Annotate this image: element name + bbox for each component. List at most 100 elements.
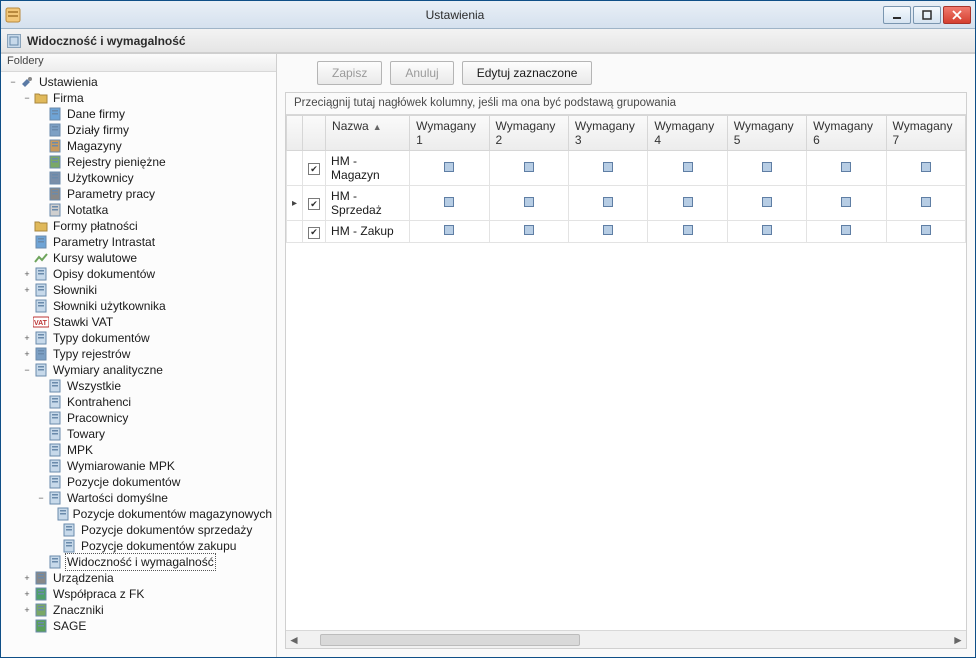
grid-column-header[interactable]: Nazwa▲	[326, 116, 410, 151]
save-button[interactable]: Zapisz	[317, 61, 382, 85]
grid-column-header[interactable]: Wymagany 6	[807, 116, 886, 151]
tree-expander[interactable]: +	[21, 586, 33, 602]
table-row[interactable]: HM - Zakup	[287, 221, 966, 243]
required-cell[interactable]	[648, 151, 727, 186]
table-row[interactable]: ▸HM - Sprzedaż	[287, 186, 966, 221]
minimize-button[interactable]	[883, 6, 911, 24]
tree-expander[interactable]: −	[21, 90, 33, 106]
grid-column-header[interactable]: Wymagany 4	[648, 116, 727, 151]
tree-item[interactable]: Kontrahenci	[3, 394, 274, 410]
tree-item[interactable]: Wszystkie	[3, 378, 274, 394]
required-cell[interactable]	[489, 151, 568, 186]
tree-item[interactable]: +Typy dokumentów	[3, 330, 274, 346]
required-cell[interactable]	[648, 186, 727, 221]
folder-tree[interactable]: −Ustawienia−FirmaDane firmyDziały firmyM…	[1, 72, 276, 657]
tree-item[interactable]: Widoczność i wymagalność	[3, 554, 274, 570]
tree-expander[interactable]: +	[21, 570, 33, 586]
required-cell[interactable]	[886, 186, 965, 221]
tree-item[interactable]: −Firma	[3, 90, 274, 106]
tree-item[interactable]: Towary	[3, 426, 274, 442]
tree-item[interactable]: +Typy rejestrów	[3, 346, 274, 362]
grid-column-header[interactable]: Wymagany 3	[568, 116, 647, 151]
tree-expander[interactable]: +	[21, 330, 33, 346]
tree-item[interactable]: Działy firmy	[3, 122, 274, 138]
grouping-hint[interactable]: Przeciągnij tutaj nagłówek kolumny, jeśl…	[286, 93, 966, 115]
required-cell[interactable]	[886, 151, 965, 186]
grid-column-header[interactable]: Wymagany 7	[886, 116, 965, 151]
cancel-button[interactable]: Anuluj	[390, 61, 453, 85]
required-cell[interactable]	[727, 186, 806, 221]
tree-item[interactable]: Rejestry pieniężne	[3, 154, 274, 170]
tree-item[interactable]: −Ustawienia	[3, 74, 274, 90]
required-cell[interactable]	[410, 186, 489, 221]
scroll-right-arrow[interactable]: ►	[950, 632, 966, 648]
doc-icon	[61, 523, 77, 537]
tree-expander[interactable]: +	[21, 282, 33, 298]
tree-item[interactable]: +Współpraca z FK	[3, 586, 274, 602]
tree-item[interactable]: Parametry Intrastat	[3, 234, 274, 250]
maximize-button[interactable]	[913, 6, 941, 24]
required-cell[interactable]	[410, 221, 489, 243]
close-button[interactable]	[943, 6, 971, 24]
grid-column-header[interactable]: Wymagany 2	[489, 116, 568, 151]
tree-item[interactable]: SAGE	[3, 618, 274, 634]
tree-item[interactable]: Formy płatności	[3, 218, 274, 234]
data-grid[interactable]: Nazwa▲Wymagany 1Wymagany 2Wymagany 3Wyma…	[286, 115, 966, 243]
required-cell[interactable]	[727, 221, 806, 243]
tree-item[interactable]: MPK	[3, 442, 274, 458]
tree-item[interactable]: Pozycje dokumentów zakupu	[3, 538, 274, 554]
tristate-icon	[603, 225, 613, 235]
required-cell[interactable]	[568, 151, 647, 186]
tree-item[interactable]: Dane firmy	[3, 106, 274, 122]
row-checkbox[interactable]	[308, 163, 320, 175]
column-header-label: Wymagany 6	[813, 119, 873, 147]
edit-selected-button[interactable]: Edytuj zaznaczone	[462, 61, 593, 85]
required-cell[interactable]	[807, 151, 886, 186]
required-cell[interactable]	[410, 151, 489, 186]
tree-expander[interactable]: +	[21, 266, 33, 282]
tree-item[interactable]: −Wartości domyślne	[3, 490, 274, 506]
tree-item[interactable]: Kursy walutowe	[3, 250, 274, 266]
required-cell[interactable]	[886, 221, 965, 243]
tree-item[interactable]: Użytkownicy	[3, 170, 274, 186]
tree-item[interactable]: Pracownicy	[3, 410, 274, 426]
row-checkbox[interactable]	[308, 227, 320, 239]
tree-expander[interactable]: +	[21, 346, 33, 362]
required-cell[interactable]	[727, 151, 806, 186]
required-cell[interactable]	[489, 186, 568, 221]
table-row[interactable]: HM - Magazyn	[287, 151, 966, 186]
required-cell[interactable]	[568, 221, 647, 243]
tree-item[interactable]: Wymiarowanie MPK	[3, 458, 274, 474]
tree-item[interactable]: Słowniki użytkownika	[3, 298, 274, 314]
row-checkbox-cell[interactable]	[303, 186, 326, 221]
tree-item[interactable]: −Wymiary analityczne	[3, 362, 274, 378]
required-cell[interactable]	[568, 186, 647, 221]
row-checkbox-cell[interactable]	[303, 221, 326, 243]
tree-item[interactable]: Magazyny	[3, 138, 274, 154]
row-checkbox-cell[interactable]	[303, 151, 326, 186]
tree-item[interactable]: Parametry pracy	[3, 186, 274, 202]
scroll-thumb[interactable]	[320, 634, 580, 646]
required-cell[interactable]	[807, 221, 886, 243]
grid-column-header[interactable]: Wymagany 1	[410, 116, 489, 151]
tree-expander[interactable]: −	[21, 362, 33, 378]
scroll-left-arrow[interactable]: ◄	[286, 632, 302, 648]
tree-item[interactable]: +Znaczniki	[3, 602, 274, 618]
tree-item[interactable]: +Urządzenia	[3, 570, 274, 586]
required-cell[interactable]	[807, 186, 886, 221]
tree-item[interactable]: Notatka	[3, 202, 274, 218]
tree-item[interactable]: +Słowniki	[3, 282, 274, 298]
tree-item[interactable]: Pozycje dokumentów magazynowych	[3, 506, 274, 522]
tree-expander[interactable]: −	[7, 74, 19, 90]
required-cell[interactable]	[489, 221, 568, 243]
tree-expander[interactable]: −	[35, 490, 47, 506]
grid-column-header[interactable]: Wymagany 5	[727, 116, 806, 151]
tree-item[interactable]: Pozycje dokumentów	[3, 474, 274, 490]
row-checkbox[interactable]	[308, 198, 320, 210]
tree-item[interactable]: +Opisy dokumentów	[3, 266, 274, 282]
tree-expander[interactable]: +	[21, 602, 33, 618]
tree-item[interactable]: Pozycje dokumentów sprzedaży	[3, 522, 274, 538]
tree-item[interactable]: VATStawki VAT	[3, 314, 274, 330]
horizontal-scrollbar[interactable]: ◄ ►	[286, 630, 966, 648]
required-cell[interactable]	[648, 221, 727, 243]
